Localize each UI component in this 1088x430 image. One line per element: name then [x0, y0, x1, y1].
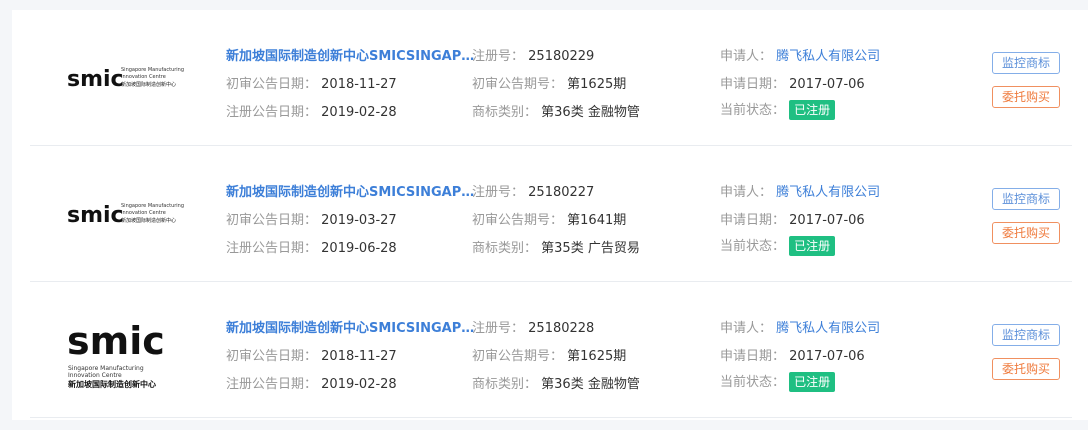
- monitor-trademark-button[interactable]: 监控商标: [992, 52, 1060, 74]
- prelim-date-value: 2018-11-27: [321, 349, 397, 364]
- status-badge: 已注册: [789, 100, 836, 120]
- class-value: 第36类 金融物管: [541, 377, 640, 392]
- class-label: 商标类别：: [472, 377, 538, 392]
- prelim-date-label: 初审公告日期：: [226, 77, 318, 92]
- svg-text:Innovation Centre: Innovation Centre: [121, 210, 166, 216]
- trademark-name-link[interactable]: 新加坡国际制造创新中心SMICSINGAPORE MANUFACTURING I…: [226, 45, 476, 64]
- class-label: 商标类别：: [472, 241, 538, 256]
- apply-date-label: 申请日期：: [720, 213, 786, 228]
- applicant-label: 申请人：: [720, 321, 773, 336]
- svg-text:smic: smic: [67, 67, 124, 92]
- reg-date-label: 注册公告日期：: [226, 377, 318, 392]
- applicant-link[interactable]: 腾飞私人有限公司: [776, 185, 880, 200]
- apply-date-value: 2017-07-06: [789, 349, 865, 364]
- prelim-no-value: 第1625期: [567, 349, 627, 364]
- trademark-logo: smic Singapore Manufacturing Innovation …: [40, 146, 215, 281]
- monitor-trademark-button[interactable]: 监控商标: [992, 324, 1060, 346]
- commission-purchase-button[interactable]: 委托购买: [992, 222, 1060, 244]
- reg-date-value: 2019-02-28: [321, 105, 397, 120]
- svg-text:新加坡国际制造创新中心: 新加坡国际制造创新中心: [121, 81, 176, 88]
- trademark-logo-large: smic Singapore Manufacturing Innovation …: [40, 282, 215, 417]
- trademark-row: smic Singapore Manufacturing Innovation …: [30, 10, 1072, 146]
- svg-text:Innovation Centre: Innovation Centre: [68, 372, 122, 379]
- svg-text:新加坡国际制造创新中心: 新加坡国际制造创新中心: [68, 379, 156, 389]
- apply-date-value: 2017-07-06: [789, 77, 865, 92]
- trademark-row: smic Singapore Manufacturing Innovation …: [30, 282, 1072, 418]
- prelim-date-label: 初审公告日期：: [226, 213, 318, 228]
- reg-date-value: 2019-02-28: [321, 377, 397, 392]
- status-badge: 已注册: [789, 236, 836, 256]
- svg-text:smic: smic: [67, 203, 124, 228]
- prelim-no-value: 第1641期: [567, 213, 627, 228]
- reg-no-value: 25180229: [528, 49, 595, 64]
- svg-text:smic: smic: [67, 319, 165, 363]
- status-badge: 已注册: [789, 372, 836, 392]
- reg-date-label: 注册公告日期：: [226, 241, 318, 256]
- trademark-name-link[interactable]: 新加坡国际制造创新中心SMICSINGAPORE MANUFACTURING I…: [226, 317, 476, 336]
- svg-text:Innovation Centre: Innovation Centre: [121, 74, 166, 80]
- prelim-no-label: 初审公告期号：: [472, 77, 564, 92]
- prelim-no-label: 初审公告期号：: [472, 349, 564, 364]
- applicant-label: 申请人：: [720, 185, 773, 200]
- trademark-row: smic Singapore Manufacturing Innovation …: [30, 146, 1072, 282]
- monitor-trademark-button[interactable]: 监控商标: [992, 188, 1060, 210]
- applicant-link[interactable]: 腾飞私人有限公司: [776, 321, 880, 336]
- svg-text:新加坡国际制造创新中心: 新加坡国际制造创新中心: [121, 217, 176, 224]
- class-value: 第35类 广告贸易: [541, 241, 640, 256]
- prelim-date-value: 2019-03-27: [321, 213, 397, 228]
- svg-text:Singapore Manufacturing: Singapore Manufacturing: [121, 203, 184, 209]
- trademark-name-link[interactable]: 新加坡国际制造创新中心SMICSINGAPORE MANUFACTURING I…: [226, 181, 476, 200]
- svg-text:Singapore Manufacturing: Singapore Manufacturing: [68, 365, 144, 372]
- class-label: 商标类别：: [472, 105, 538, 120]
- apply-date-value: 2017-07-06: [789, 213, 865, 228]
- trademark-logo: smic Singapore Manufacturing Innovation …: [40, 10, 215, 145]
- svg-text:Singapore Manufacturing: Singapore Manufacturing: [121, 67, 184, 73]
- applicant-label: 申请人：: [720, 49, 773, 64]
- apply-date-label: 申请日期：: [720, 77, 786, 92]
- apply-date-label: 申请日期：: [720, 349, 786, 364]
- prelim-no-label: 初审公告期号：: [472, 213, 564, 228]
- reg-no-value: 25180228: [528, 321, 595, 336]
- status-label: 当前状态：: [720, 375, 786, 390]
- class-value: 第36类 金融物管: [541, 105, 640, 120]
- commission-purchase-button[interactable]: 委托购买: [992, 358, 1060, 380]
- applicant-link[interactable]: 腾飞私人有限公司: [776, 49, 880, 64]
- commission-purchase-button[interactable]: 委托购买: [992, 86, 1060, 108]
- prelim-no-value: 第1625期: [567, 77, 627, 92]
- prelim-date-label: 初审公告日期：: [226, 349, 318, 364]
- reg-no-label: 注册号：: [472, 185, 525, 200]
- prelim-date-value: 2018-11-27: [321, 77, 397, 92]
- status-label: 当前状态：: [720, 239, 786, 254]
- reg-date-label: 注册公告日期：: [226, 105, 318, 120]
- reg-no-label: 注册号：: [472, 49, 525, 64]
- reg-no-label: 注册号：: [472, 321, 525, 336]
- status-label: 当前状态：: [720, 103, 786, 118]
- trademark-list-panel: smic Singapore Manufacturing Innovation …: [12, 10, 1088, 420]
- reg-no-value: 25180227: [528, 185, 595, 200]
- reg-date-value: 2019-06-28: [321, 241, 397, 256]
